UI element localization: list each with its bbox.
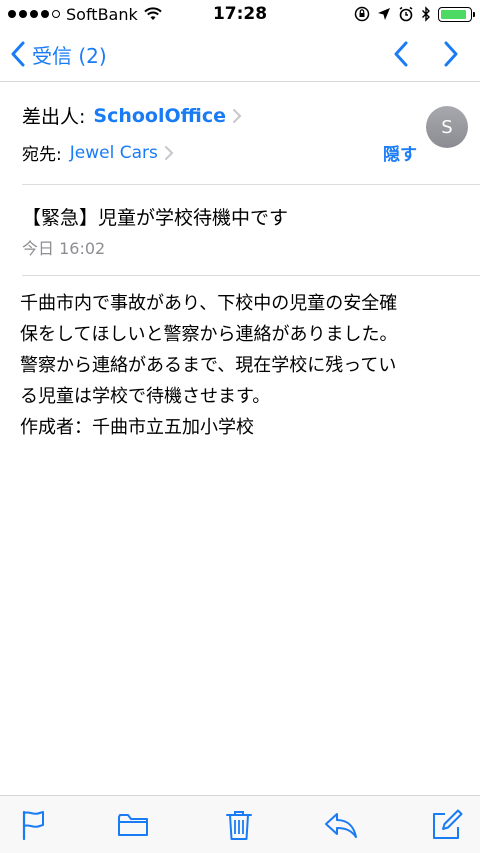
move-to-folder-button[interactable]	[116, 808, 150, 842]
body-line: る児童は学校で待機させます。	[20, 386, 271, 407]
message-body: 千曲市内で事故があり、下校中の児童の安全確 保をしてほしいと警察から連絡がありま…	[20, 288, 460, 443]
sender-row[interactable]: 差出人: SchoolOffice	[22, 102, 242, 129]
body-line: 作成者：千曲市立五加小学校	[20, 417, 254, 438]
message-date: 今日 16:02	[22, 239, 106, 258]
folder-icon	[118, 814, 148, 836]
back-button[interactable]: 受信 (2)	[10, 36, 107, 72]
rotation-lock-icon	[354, 6, 370, 22]
status-bar: SoftBank 17:28	[0, 0, 480, 28]
message-subject: 【緊急】児童が学校待機中です	[22, 207, 289, 229]
avatar-initial: S	[441, 116, 453, 138]
body-line: 警察から連絡があるまで、現在学校に残ってい	[20, 355, 397, 376]
next-message-button[interactable]	[440, 37, 462, 71]
location-icon	[378, 8, 390, 20]
recipient-row[interactable]: 宛先: Jewel Cars	[22, 140, 174, 165]
navigation-bar: 受信 (2)	[0, 28, 480, 82]
compose-button[interactable]	[430, 808, 464, 842]
sender-label: 差出人:	[22, 106, 86, 128]
trash-button[interactable]	[222, 808, 256, 842]
alarm-icon	[399, 6, 413, 22]
wifi-icon	[144, 7, 162, 20]
battery-icon	[438, 6, 475, 22]
chevron-left-icon	[11, 41, 25, 67]
message-header: 差出人: SchoolOffice 宛先: Jewel Cars 隠す S	[0, 82, 480, 185]
message-navigation	[390, 37, 462, 71]
body-line: 千曲市内で事故があり、下校中の児童の安全確	[20, 293, 398, 314]
chevron-right-icon	[444, 41, 458, 67]
subject-section: 【緊急】児童が学校待機中です 今日 16:02	[0, 185, 480, 276]
flag-button[interactable]	[16, 808, 50, 842]
chevron-right-icon	[164, 145, 174, 160]
carrier-name: SoftBank	[66, 4, 138, 24]
recipient-label: 宛先:	[22, 145, 62, 165]
body-line: 保をしてほしいと警察から連絡がありました。	[20, 324, 398, 345]
battery-level	[441, 9, 467, 19]
chevron-left-icon	[394, 41, 408, 67]
trash-icon	[226, 811, 252, 840]
bluetooth-icon	[422, 6, 430, 22]
subject-divider	[22, 275, 480, 276]
reply-icon	[325, 813, 357, 838]
signal-strength-icon	[8, 10, 60, 18]
sender-name[interactable]: SchoolOffice	[93, 105, 226, 127]
back-button-label: 受信 (2)	[32, 43, 107, 68]
bottom-toolbar	[0, 795, 480, 853]
sender-avatar[interactable]: S	[426, 106, 468, 148]
recipient-name[interactable]: Jewel Cars	[70, 143, 158, 163]
reply-button[interactable]	[324, 808, 358, 842]
hide-details-button[interactable]: 隠す	[383, 140, 417, 165]
chevron-right-icon	[233, 108, 242, 123]
status-icons	[354, 0, 475, 28]
flag-icon	[22, 810, 44, 840]
compose-icon	[433, 809, 463, 839]
previous-message-button[interactable]	[390, 37, 412, 71]
